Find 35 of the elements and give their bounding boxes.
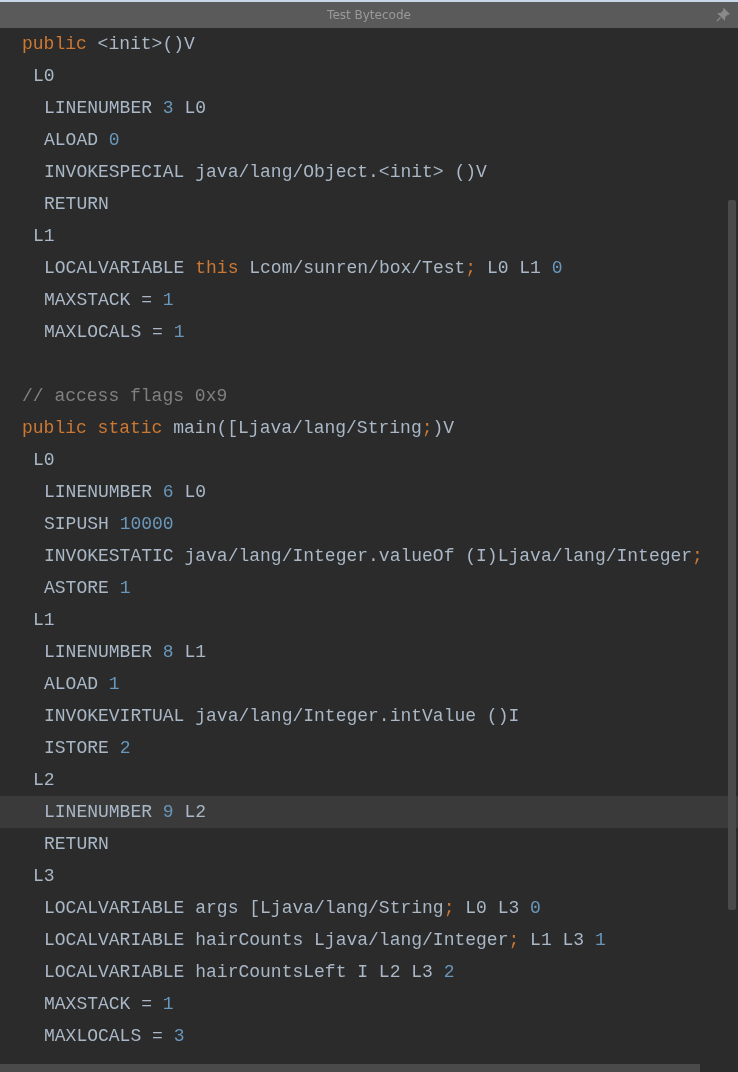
- code-line: LOCALVARIABLE args [Ljava/lang/String; L0 L3 0: [43, 898, 541, 918]
- code-line: LOCALVARIABLE this Lcom/sunren/box/Test; L0 L1 0: [43, 258, 563, 278]
- code-line: ISTORE 2: [43, 738, 131, 758]
- code-line: ALOAD 1: [43, 674, 120, 694]
- code-line: // access flags 0x9: [21, 386, 228, 406]
- code-line: MAXLOCALS = 3: [43, 1026, 185, 1046]
- code-line: RETURN: [43, 194, 109, 214]
- code-line: public <init>()V: [21, 34, 195, 54]
- code-line: L0: [32, 66, 55, 86]
- code-line: public static main([Ljava/lang/String;)V: [21, 418, 455, 438]
- horizontal-scrollbar[interactable]: [0, 1064, 700, 1072]
- code-line: L3: [32, 866, 55, 886]
- code-line: ALOAD 0: [43, 130, 120, 150]
- code-line: SIPUSH 10000: [43, 514, 174, 534]
- code-line: LINENUMBER 9 L2: [43, 802, 207, 822]
- code-line: L1: [32, 610, 55, 630]
- code-line: INVOKESTATIC java/lang/Integer.valueOf (I)Ljava/lang/Integer;: [43, 546, 703, 566]
- code-line: RETURN: [43, 834, 109, 854]
- code-line: MAXSTACK = 1: [43, 290, 174, 310]
- code-line: L2: [32, 770, 55, 790]
- vertical-scrollbar[interactable]: [728, 200, 736, 910]
- code-line: LOCALVARIABLE hairCounts Ljava/lang/Integer; L1 L3 1: [43, 930, 606, 950]
- code-line: L1: [32, 226, 55, 246]
- code-line: MAXSTACK = 1: [43, 994, 174, 1014]
- code-line: L0: [32, 450, 55, 470]
- code-line: ASTORE 1: [43, 578, 131, 598]
- code-line: INVOKEVIRTUAL java/lang/Integer.intValue ()I: [43, 706, 520, 726]
- code-line: LINENUMBER 3 L0: [43, 98, 207, 118]
- code-line: MAXLOCALS = 1: [43, 322, 185, 342]
- code-line: LINENUMBER 6 L0: [43, 482, 207, 502]
- pin-icon[interactable]: [716, 8, 730, 22]
- code-line: LINENUMBER 8 L1: [43, 642, 207, 662]
- code-line: LOCALVARIABLE hairCountsLeft I L2 L3 2: [43, 962, 455, 982]
- window-title: Test Bytecode: [327, 8, 411, 22]
- code-line: INVOKESPECIAL java/lang/Object.<init> ()V: [43, 162, 487, 182]
